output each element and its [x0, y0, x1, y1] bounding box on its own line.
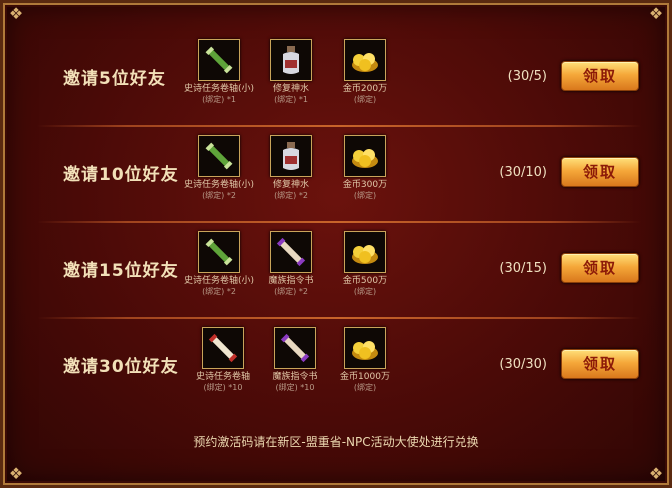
gold-coins-icon	[344, 327, 386, 369]
green-scroll-icon	[198, 39, 240, 81]
green-scroll-icon	[198, 135, 240, 177]
item-name: 金币1000万	[340, 372, 390, 382]
progress-count: (30/30)	[499, 357, 547, 372]
item-name: 史诗任务卷轴(小)	[183, 180, 255, 190]
item-name: 史诗任务卷轴(小)	[183, 84, 255, 94]
item-sub: (绑定)	[353, 191, 377, 200]
gold-coins-icon	[344, 231, 386, 273]
invite-rewards-panel: ❖ ❖ ❖ ❖ 邀请5位好友 史诗任务卷轴(小) (绑定) *1 修复神水 (绑…	[0, 0, 672, 488]
item-sub: (绑定) *2	[202, 287, 236, 296]
item-name: 史诗任务卷轴	[195, 372, 250, 382]
reward-row-5: 邀请5位好友 史诗任务卷轴(小) (绑定) *1 修复神水 (绑定) *1 金币…	[37, 31, 641, 127]
gold-coins-icon	[344, 135, 386, 177]
corner-ornament-icon: ❖	[648, 4, 664, 23]
item-sub: (绑定) *1	[202, 95, 236, 104]
reward-row-15: 邀请15位好友 史诗任务卷轴(小) (绑定) *2 魔族指令书 (绑定) *2 …	[37, 223, 641, 319]
corner-ornament-icon: ❖	[8, 4, 24, 23]
row-title: 邀请5位好友	[63, 69, 166, 89]
reward-item: 金币500万 (绑定)	[325, 231, 405, 297]
item-name: 魔族指令书	[272, 372, 318, 382]
potion-bottle-icon	[270, 135, 312, 177]
reward-item: 金币300万 (绑定)	[325, 135, 405, 201]
item-sub: (绑定) *2	[274, 191, 308, 200]
item-name: 金币500万	[342, 276, 388, 286]
footer-note: 预约激活码请在新区-盟重省-NPC活动大使处进行兑换	[193, 435, 479, 449]
claim-button[interactable]: 领取	[561, 61, 639, 91]
potion-bottle-icon	[270, 39, 312, 81]
reward-item: 史诗任务卷轴(小) (绑定) *2	[179, 231, 259, 297]
reward-item: 魔族指令书 (绑定) *10	[255, 327, 335, 393]
item-name: 魔族指令书	[268, 276, 314, 286]
row-title: 邀请30位好友	[63, 357, 179, 377]
claim-button[interactable]: 领取	[561, 157, 639, 187]
progress-count: (30/5)	[507, 69, 547, 84]
item-sub: (绑定) *10	[203, 383, 243, 392]
item-name: 金币300万	[342, 180, 388, 190]
item-sub: (绑定)	[353, 95, 377, 104]
reward-item: 修复神水 (绑定) *1	[251, 39, 331, 105]
row-title: 邀请15位好友	[63, 261, 179, 281]
reward-row-30: 邀请30位好友 史诗任务卷轴 (绑定) *10 魔族指令书 (绑定) *10 金…	[37, 319, 641, 415]
reward-row-10: 邀请10位好友 史诗任务卷轴(小) (绑定) *2 修复神水 (绑定) *2 金…	[37, 127, 641, 223]
item-sub: (绑定) *2	[274, 287, 308, 296]
item-sub: (绑定)	[353, 383, 377, 392]
reward-item: 魔族指令书 (绑定) *2	[251, 231, 331, 297]
reward-item: 修复神水 (绑定) *2	[251, 135, 331, 201]
item-name: 修复神水	[272, 180, 309, 190]
purple-scroll-icon	[274, 327, 316, 369]
corner-ornament-icon: ❖	[648, 464, 664, 483]
item-sub: (绑定) *10	[275, 383, 315, 392]
gold-coins-icon	[344, 39, 386, 81]
green-scroll-icon	[198, 231, 240, 273]
reward-item: 史诗任务卷轴(小) (绑定) *2	[179, 135, 259, 201]
item-name: 史诗任务卷轴(小)	[183, 276, 255, 286]
progress-count: (30/15)	[499, 261, 547, 276]
item-name: 金币200万	[342, 84, 388, 94]
corner-ornament-icon: ❖	[8, 464, 24, 483]
reward-item: 金币1000万 (绑定)	[325, 327, 405, 393]
purple-scroll-icon	[270, 231, 312, 273]
claim-button[interactable]: 领取	[561, 349, 639, 379]
progress-count: (30/10)	[499, 165, 547, 180]
item-name: 修复神水	[272, 84, 309, 94]
row-title: 邀请10位好友	[63, 165, 179, 185]
item-sub: (绑定) *1	[274, 95, 308, 104]
item-sub: (绑定)	[353, 287, 377, 296]
reward-item: 金币200万 (绑定)	[325, 39, 405, 105]
reward-item: 史诗任务卷轴 (绑定) *10	[183, 327, 263, 393]
item-sub: (绑定) *2	[202, 191, 236, 200]
red-scroll-icon	[202, 327, 244, 369]
reward-item: 史诗任务卷轴(小) (绑定) *1	[179, 39, 259, 105]
claim-button[interactable]: 领取	[561, 253, 639, 283]
